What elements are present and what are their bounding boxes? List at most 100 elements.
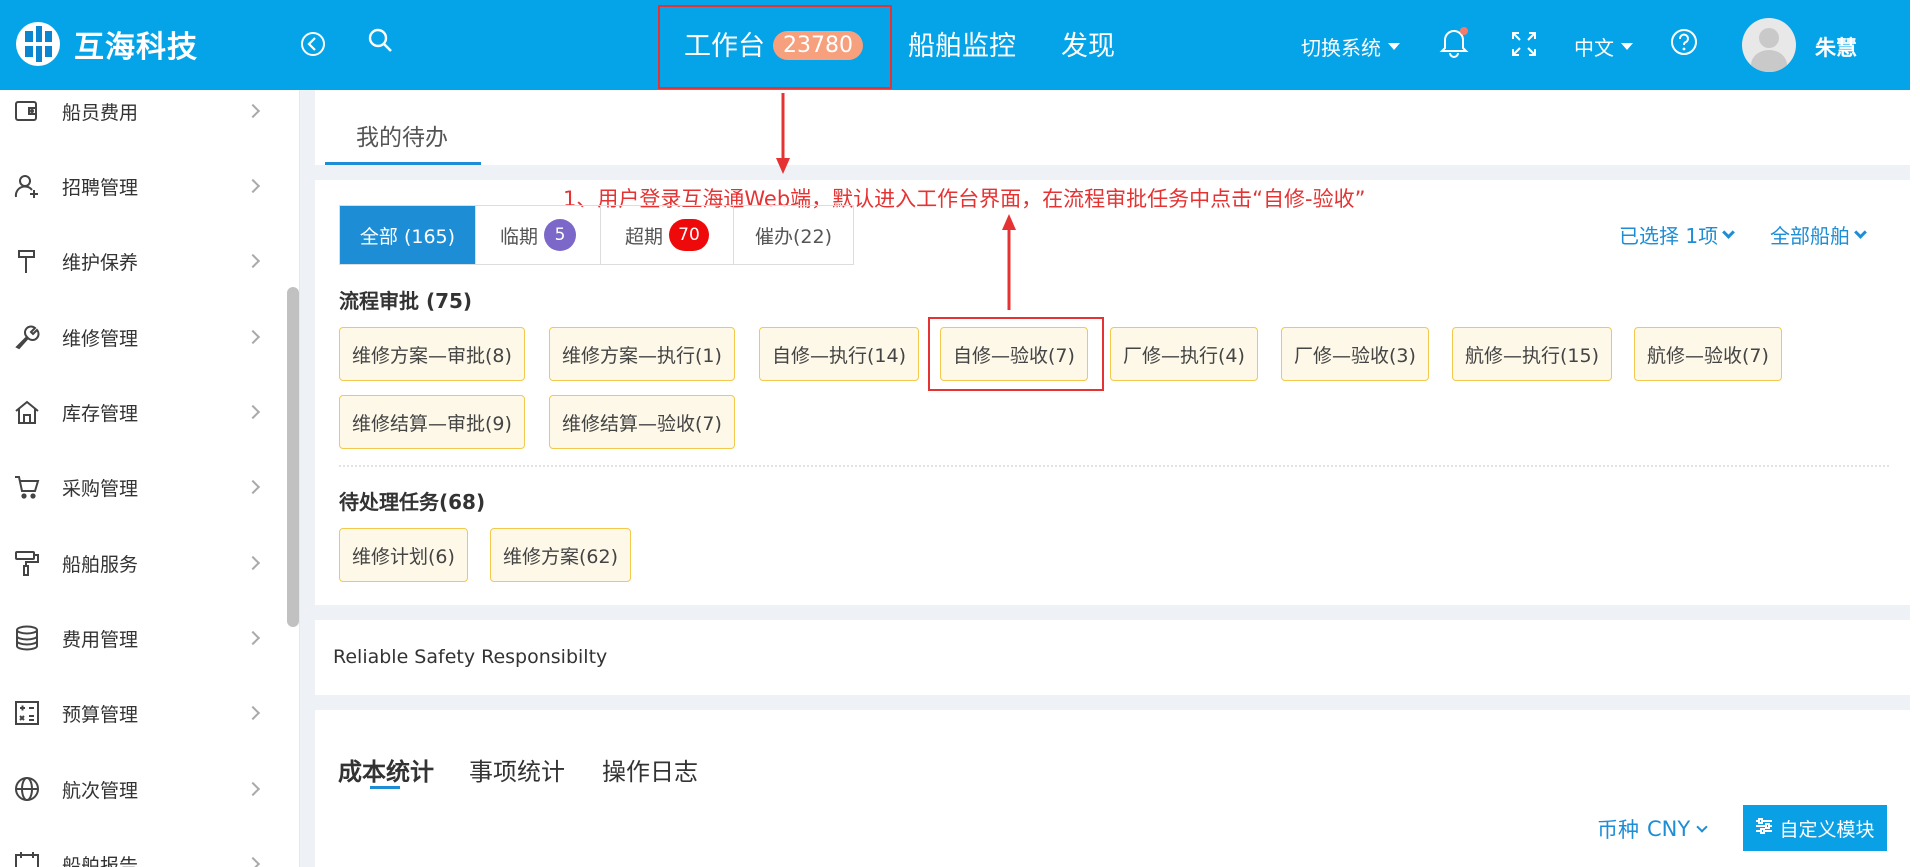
- approval-tag[interactable]: 厂修—执行(4): [1110, 327, 1258, 381]
- ship-filter-label: 全部船舶: [1770, 224, 1850, 248]
- search-icon[interactable]: [364, 24, 396, 56]
- sliders-icon: [1755, 817, 1773, 839]
- database-icon: [14, 625, 40, 651]
- segment-all-label: 全部 (165): [359, 225, 456, 248]
- caret-down-icon: [1621, 43, 1633, 50]
- custom-module-label: 自定义模块: [1779, 818, 1875, 841]
- segment-urged[interactable]: 催办(22): [734, 206, 853, 264]
- sidebar-item-budget[interactable]: 预算管理: [0, 688, 280, 738]
- approval-tag[interactable]: 自修—执行(14): [759, 327, 920, 381]
- sidebar-item-label: 预算管理: [62, 703, 139, 726]
- approval-tag[interactable]: 厂修—验收(3): [1281, 327, 1429, 381]
- username[interactable]: 朱慧: [1815, 32, 1857, 62]
- tab-cost-stats[interactable]: 成本统计: [338, 752, 434, 787]
- chevron-right-icon: [245, 329, 261, 345]
- approval-tag[interactable]: 维修结算—验收(7): [549, 395, 735, 449]
- segment-due-soon-label: 临期: [499, 225, 538, 248]
- segment-due-soon[interactable]: 临期 5: [476, 206, 601, 264]
- brand-logo[interactable]: 互海科技: [16, 22, 198, 66]
- sidebar-item-procurement[interactable]: 采购管理: [0, 462, 280, 512]
- sidebar-item-ship-report[interactable]: 船舶报告: [0, 839, 280, 867]
- sidebar-item-label: 费用管理: [62, 628, 139, 651]
- sidebar-item-repair[interactable]: 维修管理: [0, 312, 280, 362]
- chevron-right-icon: [245, 856, 261, 867]
- custom-module-button[interactable]: 自定义模块: [1743, 805, 1887, 851]
- segment-overdue[interactable]: 超期 70: [601, 206, 734, 264]
- currency-label: 币种: [1597, 818, 1639, 842]
- chevron-right-icon: [245, 555, 261, 571]
- approval-tag[interactable]: 维修方案—审批(8): [339, 327, 525, 381]
- bell-icon[interactable]: [1438, 26, 1470, 58]
- nav-discover[interactable]: 发现: [1061, 24, 1115, 63]
- approval-tag[interactable]: 维修结算—审批(9): [339, 395, 525, 449]
- sidebar-item-label: 船员费用: [62, 101, 139, 124]
- pending-section-title: 待处理任务(68): [339, 490, 486, 514]
- todo-filter-segments: 全部 (165) 临期 5 超期 70 催办(22): [339, 205, 854, 265]
- selected-filter-label: 已选择 1项: [1619, 224, 1719, 248]
- pending-tag[interactable]: 维修计划(6): [339, 528, 468, 582]
- logo-icon: [16, 22, 60, 66]
- sidebar-item-expense[interactable]: 费用管理: [0, 613, 280, 663]
- tab-item-stats[interactable]: 事项统计: [469, 752, 565, 787]
- active-tab-underline: [325, 162, 481, 165]
- paint-roller-icon: [14, 550, 40, 576]
- chevron-right-icon: [245, 479, 261, 495]
- back-circle-icon[interactable]: [297, 28, 329, 60]
- ship-filter-dropdown[interactable]: 全部船舶: [1770, 220, 1867, 249]
- currency-value: CNY: [1647, 817, 1691, 841]
- segment-all[interactable]: 全部 (165): [340, 206, 476, 264]
- sidebar-item-voyage[interactable]: 航次管理: [0, 764, 280, 814]
- sidebar-item-maintenance[interactable]: 维护保养: [0, 236, 280, 286]
- sidebar-scrollbar[interactable]: [287, 287, 299, 627]
- sidebar-item-label: 采购管理: [62, 477, 139, 500]
- sidebar-item-label: 船舶报告: [62, 854, 139, 867]
- slogan-panel: Reliable Safety Responsibilty: [315, 620, 1910, 695]
- switch-system-dropdown[interactable]: 切换系统: [1301, 32, 1400, 61]
- switch-system-label: 切换系统: [1301, 36, 1381, 60]
- chevron-right-icon: [245, 404, 261, 420]
- active-tab-underline: [370, 786, 400, 789]
- chevron-right-icon: [245, 178, 261, 194]
- todo-tab-bar: 我的待办: [315, 90, 1910, 165]
- fullscreen-icon[interactable]: [1508, 28, 1540, 60]
- segment-urged-label: 催办(22): [754, 225, 832, 248]
- tab-operation-log[interactable]: 操作日志: [602, 752, 698, 787]
- page-scrollbar[interactable]: [1910, 0, 1920, 867]
- sidebar-item-crew-expense[interactable]: 船员费用: [0, 90, 280, 136]
- section-divider: [339, 465, 1889, 467]
- approval-tag[interactable]: 航修—执行(15): [1452, 327, 1613, 381]
- sidebar-item-label: 维护保养: [62, 251, 139, 274]
- sidebar-item-inventory[interactable]: 库存管理: [0, 387, 280, 437]
- highlight-self-repair-box: [928, 317, 1104, 391]
- tab-my-todo[interactable]: 我的待办: [356, 118, 448, 152]
- help-icon[interactable]: [1668, 26, 1700, 58]
- cart-icon: [14, 474, 40, 500]
- sidebar-item-label: 库存管理: [62, 402, 139, 425]
- nav-ship-monitor[interactable]: 船舶监控: [908, 24, 1016, 63]
- approval-tag[interactable]: 维修方案—执行(1): [549, 327, 735, 381]
- top-header: 互海科技 工作台 23780 船舶监控 发现 切换系统 中文 朱慧: [0, 0, 1910, 90]
- pending-tag[interactable]: 维修方案(62): [490, 528, 632, 582]
- chevron-right-icon: [245, 705, 261, 721]
- sidebar-item-label: 维修管理: [62, 327, 139, 350]
- sidebar-item-recruitment[interactable]: 招聘管理: [0, 161, 280, 211]
- sidebar-item-label: 航次管理: [62, 779, 139, 802]
- calculator-icon: [14, 700, 40, 726]
- sidebar-item-label: 船舶服务: [62, 553, 139, 576]
- segment-overdue-label: 超期: [624, 225, 663, 248]
- highlight-workbench-box: [658, 5, 892, 89]
- avatar[interactable]: [1742, 18, 1796, 72]
- chevron-right-icon: [245, 103, 261, 119]
- language-label: 中文: [1574, 36, 1614, 60]
- calendar-icon: [14, 851, 40, 867]
- overdue-count-badge: 70: [669, 219, 709, 251]
- sidebar-item-ship-service[interactable]: 船舶服务: [0, 538, 280, 588]
- chevron-down-icon: [1854, 225, 1867, 239]
- currency-dropdown[interactable]: 币种 CNY: [1597, 814, 1708, 844]
- approval-tag[interactable]: 航修—验收(7): [1634, 327, 1782, 381]
- language-dropdown[interactable]: 中文: [1574, 32, 1633, 61]
- sidebar: 船员费用 招聘管理 维护保养 维修管理 库存管理 采购管理 船舶服务 费用管理: [0, 90, 300, 867]
- approval-section-title: 流程审批 (75): [339, 289, 473, 313]
- selected-filter-dropdown[interactable]: 已选择 1项: [1619, 220, 1735, 249]
- chevron-right-icon: [245, 630, 261, 646]
